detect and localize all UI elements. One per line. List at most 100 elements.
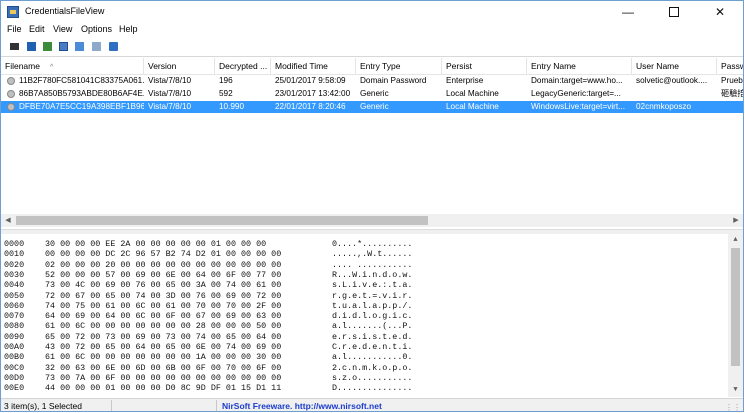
menu-file[interactable]: File bbox=[7, 24, 22, 34]
table-row[interactable]: 86B7A850B5793ABDE80B6AF4E... Vista/7/8/1… bbox=[1, 88, 743, 100]
table-row-selected[interactable]: DFBE70A7E5CC19A398EBF1B96... Vista/7/8/1… bbox=[1, 101, 743, 113]
cell-decrypted-size: 592 bbox=[219, 89, 233, 98]
hex-offset: 00D0 bbox=[4, 372, 25, 383]
cell-version: Vista/7/8/10 bbox=[148, 89, 192, 98]
hex-offset: 0000 bbox=[4, 239, 25, 249]
cell-entry-type: Domain Password bbox=[360, 76, 427, 85]
properties-icon[interactable] bbox=[73, 40, 86, 53]
credential-icon bbox=[7, 77, 15, 85]
column-header-filename[interactable]: Filename ^ bbox=[1, 58, 144, 74]
scroll-left-icon[interactable]: ◀ bbox=[1, 214, 15, 227]
hex-ascii: a.l...........0. bbox=[332, 352, 413, 363]
hex-ascii: R...W.i.n.d.o.w. bbox=[332, 269, 413, 280]
scroll-up-icon[interactable]: ▲ bbox=[728, 234, 743, 247]
hex-bytes: 74 00 75 00 61 00 6C 00 61 00 70 00 70 0… bbox=[45, 300, 282, 311]
horizontal-scrollbar[interactable]: ◀ ▶ bbox=[1, 214, 743, 227]
credentials-list[interactable]: Filename ^ Version Decrypted ... Modified… bbox=[1, 58, 743, 228]
cell-password: Prueba bbox=[721, 76, 743, 85]
scroll-right-icon[interactable]: ▶ bbox=[729, 214, 743, 227]
hex-ascii: e.r.s.i.s.t.e.d. bbox=[332, 331, 413, 342]
cell-entry-name: WindowsLive:target=virt... bbox=[531, 102, 625, 111]
column-header-entry-name[interactable]: Entry Name bbox=[527, 58, 632, 74]
table-row[interactable]: 11B2F780FC581041C83375A061... Vista/7/8/… bbox=[1, 75, 743, 87]
cell-user-name: 02cnmkoposzo bbox=[636, 102, 692, 111]
hex-offset: 00E0 bbox=[4, 383, 25, 394]
scroll-down-icon[interactable]: ▼ bbox=[728, 384, 743, 397]
list-header: Filename ^ Version Decrypted ... Modified… bbox=[1, 58, 743, 75]
column-header-user-name[interactable]: User Name bbox=[632, 58, 717, 74]
hex-bytes: 72 00 67 00 65 00 74 00 3D 00 76 00 69 0… bbox=[45, 290, 282, 301]
hex-offset: 0010 bbox=[4, 249, 25, 260]
hex-ascii: 2.c.n.m.k.o.p.o. bbox=[332, 362, 413, 373]
refresh-icon[interactable] bbox=[107, 40, 120, 53]
copy-icon[interactable] bbox=[41, 40, 54, 53]
save-icon[interactable] bbox=[8, 40, 21, 53]
options-icon[interactable] bbox=[90, 40, 103, 53]
vertical-scrollbar[interactable]: ▲ ▼ bbox=[728, 234, 743, 397]
menu-help[interactable]: Help bbox=[119, 24, 138, 34]
resize-grip-icon[interactable]: ⋮⋮ bbox=[725, 403, 741, 411]
app-window: CredentialsFileView — ✕ File Edit View O… bbox=[0, 0, 744, 412]
column-header-version[interactable]: Version bbox=[144, 58, 215, 74]
hex-offset: 0040 bbox=[4, 280, 25, 291]
hex-bytes: 02 00 00 00 20 00 00 00 00 00 00 00 00 0… bbox=[45, 259, 282, 270]
column-header-persist[interactable]: Persist bbox=[442, 58, 527, 74]
column-header-modified-time[interactable]: Modified Time bbox=[271, 58, 356, 74]
hex-ascii: .... ........... bbox=[332, 259, 413, 270]
status-items-count: 3 item(s), 1 Selected bbox=[4, 401, 82, 411]
hex-bytes: 65 00 72 00 73 00 69 00 73 00 74 00 65 0… bbox=[45, 331, 282, 342]
hex-ascii: D............... bbox=[332, 383, 413, 394]
minimize-button[interactable]: — bbox=[605, 1, 651, 23]
horizontal-scroll-thumb[interactable] bbox=[16, 216, 428, 225]
cell-entry-name: Domain:target=www.ho... bbox=[531, 76, 623, 85]
cell-modified-time: 25/01/2017 9:58:09 bbox=[275, 76, 346, 85]
hex-bytes: 73 00 4C 00 69 00 76 00 65 00 3A 00 74 0… bbox=[45, 280, 282, 291]
title-bar[interactable]: CredentialsFileView — ✕ bbox=[1, 1, 743, 23]
hex-ascii: t.u.a.l.a.p.p./. bbox=[332, 300, 413, 311]
hex-bytes: 73 00 7A 00 6F 00 00 00 00 00 00 00 00 0… bbox=[45, 372, 282, 383]
cell-version: Vista/7/8/10 bbox=[148, 76, 192, 85]
hex-bytes: 52 00 00 00 57 00 69 00 6E 00 64 00 6F 0… bbox=[45, 269, 282, 280]
hex-offset: 00B0 bbox=[4, 352, 25, 363]
hex-dump-pane[interactable]: 0000 30 00 00 00 EE 2A 00 00 00 00 00 01 … bbox=[1, 234, 743, 397]
hex-offset: 0070 bbox=[4, 311, 25, 322]
app-icon bbox=[7, 6, 19, 18]
hex-offset: 0020 bbox=[4, 259, 25, 270]
maximize-button[interactable] bbox=[651, 1, 697, 23]
status-bar: 3 item(s), 1 Selected NirSoft Freeware. … bbox=[1, 398, 743, 411]
hex-offset: 00A0 bbox=[4, 342, 25, 352]
cell-entry-type: Generic bbox=[360, 89, 389, 98]
cell-entry-type: Generic bbox=[360, 102, 389, 111]
column-header-entry-type[interactable]: Entry Type bbox=[356, 58, 442, 74]
hex-ascii: s.z.o........... bbox=[332, 372, 413, 383]
hex-bytes: 61 00 6C 00 00 00 00 00 00 00 1A 00 00 0… bbox=[45, 352, 282, 363]
hex-ascii: a.l.......(...P. bbox=[332, 321, 413, 332]
cell-persist: Local Machine bbox=[446, 89, 499, 98]
vertical-scroll-thumb[interactable] bbox=[731, 248, 740, 366]
menu-edit[interactable]: Edit bbox=[29, 24, 45, 34]
cell-filename: 86B7A850B5793ABDE80B6AF4E... bbox=[19, 89, 144, 98]
status-divider bbox=[111, 400, 112, 411]
nirsoft-link[interactable]: NirSoft Freeware. http://www.nirsoft.net bbox=[222, 401, 382, 411]
hex-bytes: 64 00 69 00 64 00 6C 00 6F 00 67 00 69 0… bbox=[45, 311, 282, 322]
hex-ascii: r.g.e.t.=.v.i.r. bbox=[332, 290, 413, 301]
column-header-password[interactable]: Passw bbox=[717, 58, 743, 74]
menu-view[interactable]: View bbox=[53, 24, 72, 34]
column-header-decrypted-size[interactable]: Decrypted ... bbox=[215, 58, 271, 74]
hex-offset: 00C0 bbox=[4, 362, 25, 373]
hex-offset: 0080 bbox=[4, 321, 25, 332]
cell-filename: DFBE70A7E5CC19A398EBF1B96... bbox=[19, 102, 144, 111]
toolbar bbox=[1, 38, 743, 57]
hex-offset: 0060 bbox=[4, 300, 25, 311]
cell-filename: 11B2F780FC581041C83375A061... bbox=[19, 76, 144, 85]
cell-modified-time: 23/01/2017 13:42:00 bbox=[275, 89, 351, 98]
cell-entry-name: LegacyGeneric:target=... bbox=[531, 89, 621, 98]
hex-bytes: 43 00 72 00 65 00 64 00 65 00 6E 00 74 0… bbox=[45, 342, 282, 352]
menu-options[interactable]: Options bbox=[81, 24, 112, 34]
html-report-icon[interactable] bbox=[57, 40, 70, 53]
close-button[interactable]: ✕ bbox=[697, 1, 743, 23]
save-all-icon[interactable] bbox=[25, 40, 38, 53]
column-label: Filename bbox=[5, 61, 40, 71]
cell-decrypted-size: 10.990 bbox=[219, 102, 245, 111]
cell-password bbox=[717, 101, 743, 113]
